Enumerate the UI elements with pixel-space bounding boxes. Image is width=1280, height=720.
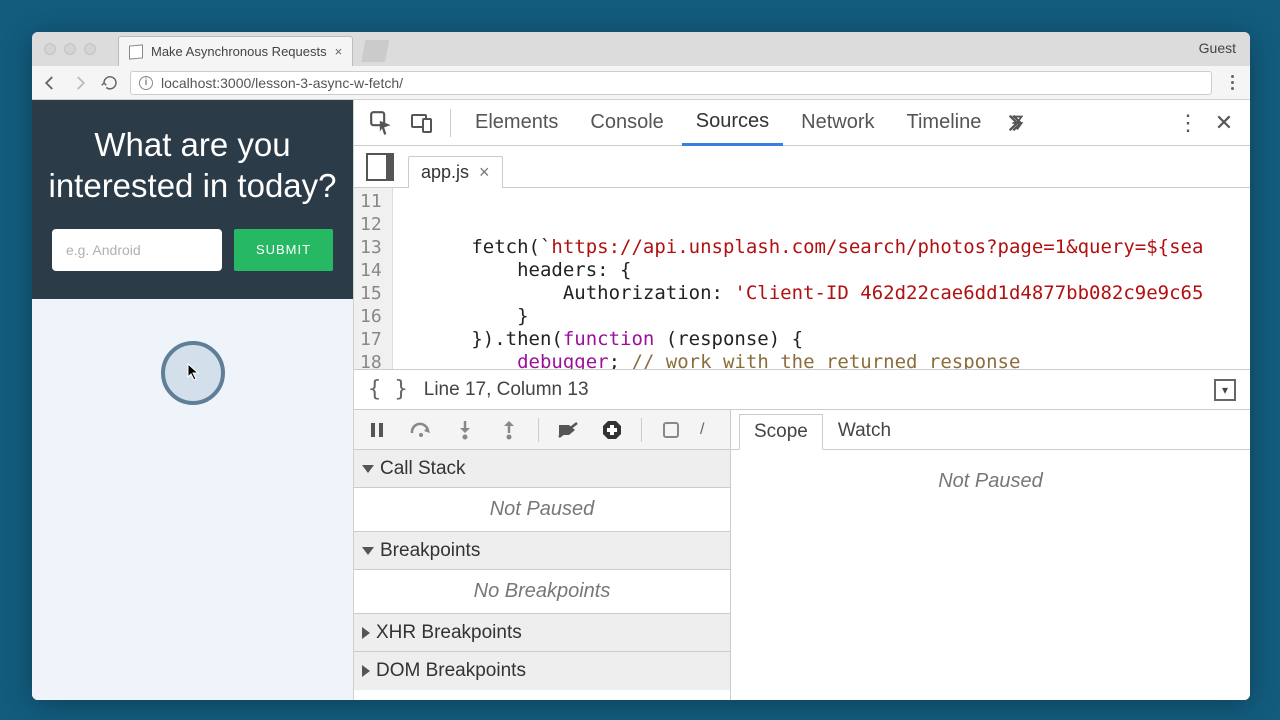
call-stack-body: Not Paused	[354, 488, 730, 532]
search-input[interactable]	[52, 229, 222, 271]
breakpoints-body: No Breakpoints	[354, 570, 730, 614]
page-title: What are you interested in today?	[42, 124, 343, 207]
debugger-right-pane: Scope Watch Not Paused	[731, 410, 1250, 700]
coverage-toggle-icon[interactable]: ▾	[1214, 379, 1236, 401]
debugger-panels: / Call Stack Not Paused Breakpoints No B…	[354, 410, 1250, 700]
tab-elements[interactable]: Elements	[461, 100, 572, 146]
debugger-left-pane: / Call Stack Not Paused Breakpoints No B…	[354, 410, 731, 700]
code-editor[interactable]: 111213141516171819 fetch(`https://api.un…	[354, 188, 1250, 370]
app-body	[32, 299, 353, 701]
new-tab-button[interactable]	[361, 40, 389, 62]
scope-tabbar: Scope Watch	[731, 410, 1250, 450]
navigator-toggle-icon[interactable]	[362, 149, 398, 185]
close-file-icon[interactable]: ×	[479, 162, 490, 183]
disclosure-down-icon	[362, 547, 374, 555]
disclosure-down-icon	[362, 465, 374, 473]
browser-window: Make Asynchronous Requests × Guest i loc…	[32, 32, 1250, 700]
editor-status-bar: { } Line 17, Column 13 ▾	[354, 370, 1250, 410]
page-icon	[129, 44, 143, 59]
url-input[interactable]: i localhost:3000/lesson-3-async-w-fetch/	[130, 71, 1212, 95]
pause-on-exceptions-icon[interactable]	[597, 415, 627, 445]
forward-button[interactable]	[70, 73, 90, 93]
devtools-menu-icon[interactable]: ⋮	[1172, 107, 1204, 139]
window-controls	[32, 32, 108, 66]
tab-bar: Make Asynchronous Requests × Guest	[32, 32, 1250, 66]
step-out-icon[interactable]	[494, 415, 524, 445]
file-tab-appjs[interactable]: app.js ×	[408, 156, 503, 188]
async-checkbox[interactable]	[656, 415, 686, 445]
cursor-position: Line 17, Column 13	[424, 379, 589, 401]
tab-console[interactable]: Console	[576, 100, 677, 146]
disclosure-right-icon	[362, 627, 370, 639]
reload-button[interactable]	[100, 73, 120, 93]
file-tab-row: app.js ×	[354, 146, 1250, 188]
dom-breakpoints-header[interactable]: DOM Breakpoints	[354, 652, 730, 690]
xhr-breakpoints-header[interactable]: XHR Breakpoints	[354, 614, 730, 652]
device-mode-icon[interactable]	[404, 105, 440, 141]
site-info-icon[interactable]: i	[139, 76, 153, 90]
search-form: SUBMIT	[42, 229, 343, 271]
pretty-print-icon[interactable]: { }	[368, 377, 408, 402]
breakpoints-header[interactable]: Breakpoints	[354, 532, 730, 570]
maximize-window-icon[interactable]	[84, 43, 96, 55]
back-button[interactable]	[40, 73, 60, 93]
url-text: localhost:3000/lesson-3-async-w-fetch/	[161, 75, 403, 91]
code-lines: fetch(`https://api.unsplash.com/search/p…	[393, 188, 1204, 369]
disclosure-right-icon	[362, 665, 370, 677]
close-window-icon[interactable]	[44, 43, 56, 55]
cursor-icon	[187, 363, 201, 381]
step-into-icon[interactable]	[450, 415, 480, 445]
tab-timeline[interactable]: Timeline	[893, 100, 996, 146]
debugger-controls: /	[354, 410, 730, 450]
content-area: What are you interested in today? SUBMIT	[32, 100, 1250, 700]
devtools-panel: Elements Console Sources Network Timelin…	[354, 100, 1250, 700]
cursor-highlight-icon	[161, 341, 225, 405]
more-tabs-icon[interactable]	[999, 105, 1035, 141]
app-pane: What are you interested in today? SUBMIT	[32, 100, 354, 700]
browser-tab[interactable]: Make Asynchronous Requests ×	[118, 36, 353, 66]
inspect-element-icon[interactable]	[364, 105, 400, 141]
call-stack-header[interactable]: Call Stack	[354, 450, 730, 488]
address-bar: i localhost:3000/lesson-3-async-w-fetch/	[32, 66, 1250, 100]
close-tab-icon[interactable]: ×	[335, 44, 343, 59]
profile-label[interactable]: Guest	[1199, 40, 1236, 56]
line-gutter: 111213141516171819	[354, 188, 393, 369]
deactivate-breakpoints-icon[interactable]	[553, 415, 583, 445]
tab-title: Make Asynchronous Requests	[151, 44, 327, 59]
scope-body: Not Paused	[731, 450, 1250, 700]
watch-tab[interactable]: Watch	[823, 413, 906, 449]
minimize-window-icon[interactable]	[64, 43, 76, 55]
scope-tab[interactable]: Scope	[739, 414, 823, 450]
devtools-tabbar: Elements Console Sources Network Timelin…	[354, 100, 1250, 146]
step-over-icon[interactable]	[406, 415, 436, 445]
hero-section: What are you interested in today? SUBMIT	[32, 100, 353, 299]
tab-sources[interactable]: Sources	[682, 100, 783, 146]
close-devtools-icon[interactable]: ✕	[1208, 107, 1240, 139]
browser-menu-button[interactable]	[1222, 75, 1242, 90]
pause-button[interactable]	[362, 415, 392, 445]
tab-network[interactable]: Network	[787, 100, 888, 146]
submit-button[interactable]: SUBMIT	[234, 229, 333, 271]
